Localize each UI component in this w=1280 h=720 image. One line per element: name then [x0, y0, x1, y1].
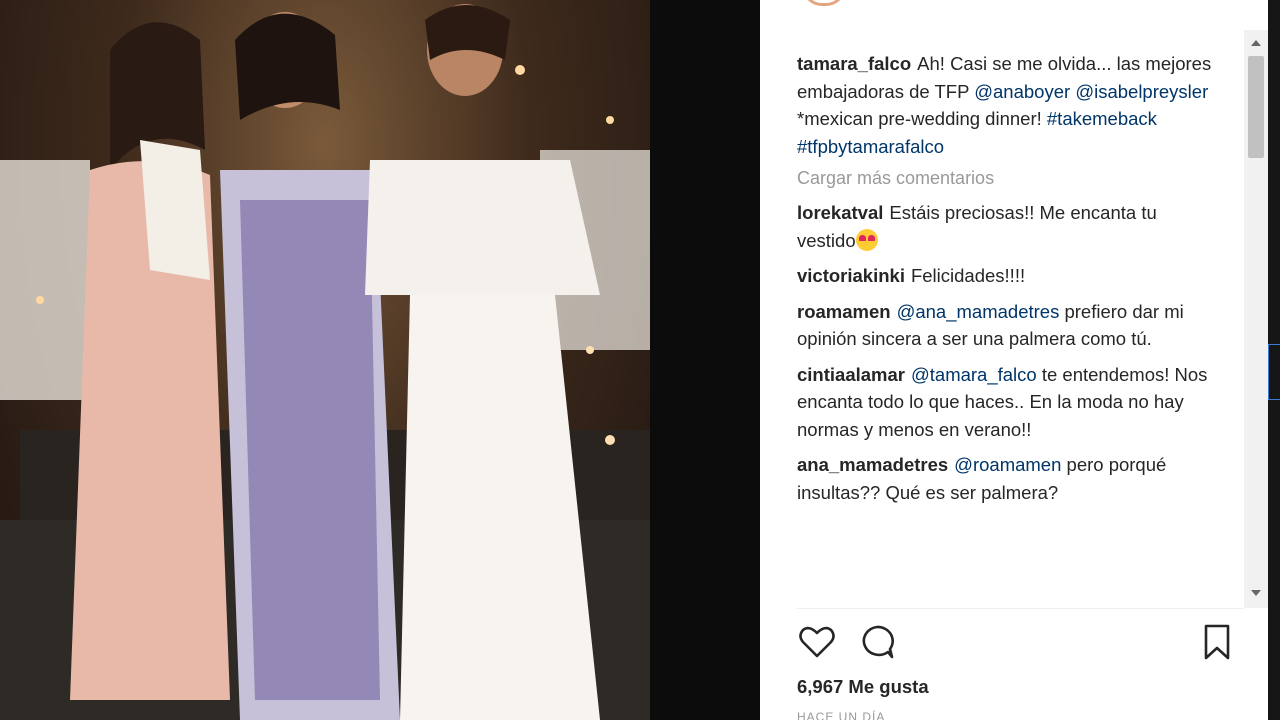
comment-item: ana_mamadetres @roamamen pero porqué insu… — [797, 451, 1220, 506]
post-photo[interactable] — [0, 0, 650, 720]
comment-item: lorekatval Estáis preciosas!! Me encanta … — [797, 199, 1220, 254]
caption-mention[interactable]: @anaboyer — [974, 81, 1070, 102]
caption-hashtag[interactable]: #tfpbytamarafalco — [797, 136, 944, 157]
caption-text: *mexican pre-wedding dinner! — [797, 108, 1042, 129]
comment-item: victoriakinki Felicidades!!!! — [797, 262, 1220, 290]
post-caption: tamara_falco Ah! Casi se me olvida... las… — [797, 50, 1220, 160]
comments-list: tamara_falco Ah! Casi se me olvida... las… — [760, 40, 1244, 606]
scroll-up-arrow-icon[interactable] — [1251, 40, 1261, 46]
comment-item: cintiaalamar @tamara_falco te entendemos!… — [797, 361, 1220, 444]
caption-username[interactable]: tamara_falco — [797, 53, 911, 74]
comment-username[interactable]: lorekatval — [797, 202, 883, 223]
comment-mention[interactable]: @roamamen — [954, 454, 1061, 475]
likes-count[interactable]: 6,967 Me gusta — [797, 676, 929, 698]
scrollbar-thumb[interactable] — [1248, 56, 1264, 158]
comment-item: roamamen @ana_mamadetres prefiero dar mi … — [797, 298, 1220, 353]
photo-illustration — [0, 4, 650, 720]
comment-text: Felicidades!!!! — [910, 265, 1026, 286]
load-more-comments-button[interactable]: Cargar más comentarios — [797, 168, 1220, 189]
comment-username[interactable]: ana_mamadetres — [797, 454, 948, 475]
post-timestamp: HACE UN DÍA — [797, 710, 886, 720]
post-side-panel: tamara_falco Ah! Casi se me olvida... las… — [760, 0, 1268, 720]
comment-username[interactable]: cintiaalamar — [797, 364, 905, 385]
heart-icon[interactable] — [797, 622, 837, 662]
actions-divider — [797, 608, 1244, 609]
comments-scrollbar[interactable] — [1244, 30, 1268, 608]
post-actions — [797, 622, 1237, 662]
heart-eyes-emoji-icon — [855, 228, 878, 251]
author-avatar[interactable] — [802, 0, 846, 6]
comment-username[interactable]: roamamen — [797, 301, 891, 322]
caption-mention[interactable]: @isabelpreysler — [1075, 81, 1208, 102]
next-post-edge[interactable] — [1268, 344, 1280, 400]
comment-mention[interactable]: @tamara_falco — [911, 364, 1037, 385]
comment-username[interactable]: victoriakinki — [797, 265, 905, 286]
bookmark-icon[interactable] — [1197, 622, 1237, 662]
scroll-down-arrow-icon[interactable] — [1251, 590, 1261, 596]
caption-hashtag[interactable]: #takemeback — [1047, 108, 1157, 129]
comment-mention[interactable]: @ana_mamadetres — [897, 301, 1060, 322]
comment-bubble-icon[interactable] — [857, 622, 897, 662]
